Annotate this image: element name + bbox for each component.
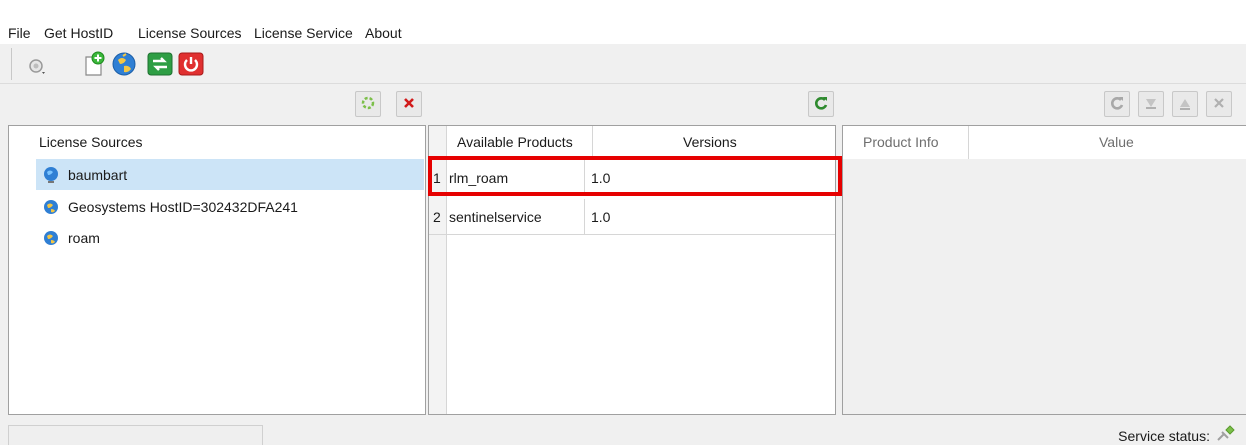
source-item-roam[interactable]: roam [36,222,424,253]
source-label: Geosystems HostID=302432DFA241 [68,198,298,215]
sources-header: License Sources [39,134,143,150]
globe-icon [42,229,60,247]
close-icon [403,96,415,112]
products-toolbar [428,88,838,120]
source-item-geosystems[interactable]: Geosystems HostID=302432DFA241 [36,191,424,222]
refresh-icon [1109,95,1125,114]
refresh-products-button[interactable] [808,91,834,117]
info-toolbar [842,88,1246,120]
info-close-button[interactable] [1206,91,1232,117]
col-header-value[interactable]: Value [1099,126,1134,159]
source-label: baumbart [68,166,128,183]
service-status-label: Service status: [1118,428,1210,444]
info-upload-button[interactable] [1172,91,1198,117]
search-dropdown-icon[interactable] [24,50,52,78]
toolbar [0,44,1246,84]
globe-icon [42,166,60,184]
product-version: 1.0 [591,209,611,225]
remove-source-button[interactable] [396,91,422,117]
refresh-source-button[interactable] [355,91,381,117]
add-document-icon[interactable] [80,50,108,78]
sources-toolbar [8,88,426,120]
power-icon[interactable] [177,50,205,78]
connection-status-icon [1214,424,1236,444]
col-header-versions[interactable]: Versions [683,126,737,159]
col-header-product-info[interactable]: Product Info [863,126,939,159]
globe-icon[interactable] [110,50,138,78]
close-icon [1213,96,1225,112]
table-row[interactable]: 2 sentinelservice 1.0 [429,199,835,235]
product-info-panel: Product Info Value [842,125,1246,415]
cell-divider [584,199,585,235]
menu-bar: File Get HostID License Sources License … [0,0,1246,44]
highlight-box [428,156,842,196]
gear-refresh-icon [360,95,376,114]
refresh-icon [813,95,829,114]
source-item-baumbart[interactable]: baumbart [36,159,424,190]
transfer-icon[interactable] [146,50,174,78]
toolbar-grip [11,48,12,80]
col-header-products[interactable]: Available Products [457,126,573,159]
status-message-area [8,425,263,445]
menu-about[interactable]: About [365,25,402,41]
info-download-button[interactable] [1138,91,1164,117]
column-divider [968,126,969,159]
menu-file[interactable]: File [8,25,31,41]
product-name: sentinelservice [449,209,542,225]
download-icon [1143,95,1159,114]
menu-license-service[interactable]: License Service [254,25,353,41]
globe-icon [42,198,60,216]
upload-icon [1177,95,1193,114]
column-divider [592,126,593,159]
row-number: 2 [433,209,441,225]
menu-license-sources[interactable]: License Sources [138,25,242,41]
info-refresh-button[interactable] [1104,91,1130,117]
license-sources-panel: License Sources baumbart Geosystems Host… [8,125,426,415]
menu-get-hostid[interactable]: Get HostID [44,25,113,41]
source-label: roam [68,229,100,246]
